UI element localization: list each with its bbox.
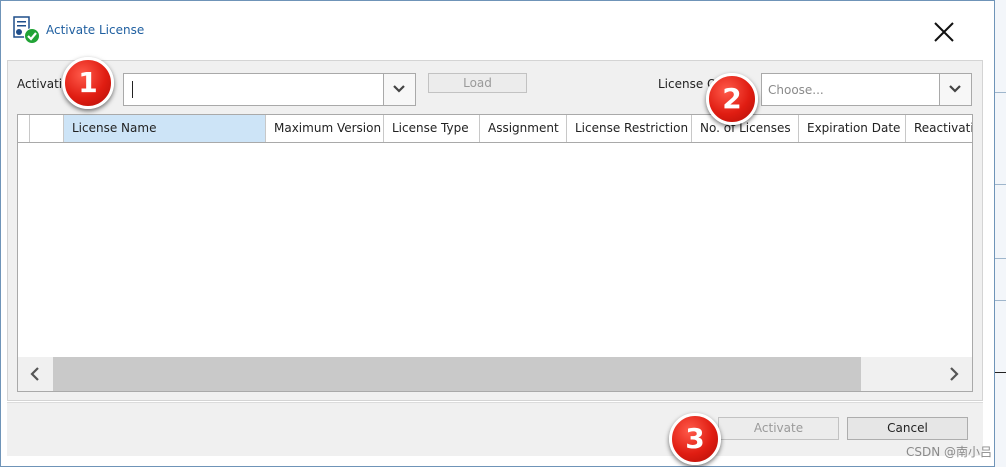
- annotation-badge-1: 1: [62, 57, 114, 109]
- scrollbar-thumb[interactable]: [53, 357, 861, 391]
- scroll-left-button[interactable]: [18, 357, 53, 391]
- column-license-name[interactable]: License Name: [64, 115, 266, 142]
- license-table[interactable]: License Name Maximum Version License Typ…: [17, 114, 973, 392]
- chevron-right-icon: [950, 367, 959, 381]
- license-combobox[interactable]: Choose...: [761, 73, 972, 106]
- background-line: [995, 258, 1006, 259]
- license-certificate-icon: [13, 16, 40, 44]
- column-assignment[interactable]: Assignment: [480, 115, 567, 142]
- close-icon[interactable]: [929, 17, 959, 47]
- background-line: [995, 300, 1006, 301]
- watermark-text: CSDN @南小吕: [905, 445, 992, 459]
- text-caret: [132, 81, 133, 98]
- table-header: License Name Maximum Version License Typ…: [18, 115, 972, 143]
- select-all-column[interactable]: [30, 115, 64, 142]
- background-line: [995, 372, 1006, 373]
- activation-dropdown-button[interactable]: [383, 74, 415, 105]
- scroll-right-button[interactable]: [937, 357, 972, 391]
- row-indicator-column: [18, 115, 30, 142]
- chevron-left-icon: [30, 367, 39, 381]
- column-maximum-version[interactable]: Maximum Version: [266, 115, 384, 142]
- column-reactivation[interactable]: Reactivatio: [906, 115, 972, 142]
- license-dropdown-button[interactable]: [939, 74, 971, 105]
- cancel-button[interactable]: Cancel: [847, 417, 968, 440]
- dialog-title: Activate License: [46, 23, 145, 37]
- activate-license-dialog: Activate License Activatio Load License …: [0, 0, 995, 467]
- background-window-edge: [995, 0, 1006, 467]
- column-expiration-date[interactable]: Expiration Date: [799, 115, 906, 142]
- horizontal-scrollbar[interactable]: [18, 357, 972, 391]
- background-line: [995, 92, 1006, 93]
- chevron-down-icon: [393, 85, 405, 93]
- activate-button[interactable]: Activate: [718, 417, 839, 440]
- column-license-type[interactable]: License Type: [384, 115, 480, 142]
- annotation-badge-3: 3: [669, 413, 721, 465]
- activation-combobox[interactable]: [123, 73, 416, 106]
- chevron-down-icon: [949, 85, 961, 93]
- license-placeholder: Choose...: [768, 83, 824, 97]
- background-line: [995, 184, 1006, 185]
- load-button[interactable]: Load: [428, 73, 527, 93]
- annotation-badge-2: 2: [706, 73, 758, 125]
- column-license-restriction[interactable]: License Restriction: [567, 115, 692, 142]
